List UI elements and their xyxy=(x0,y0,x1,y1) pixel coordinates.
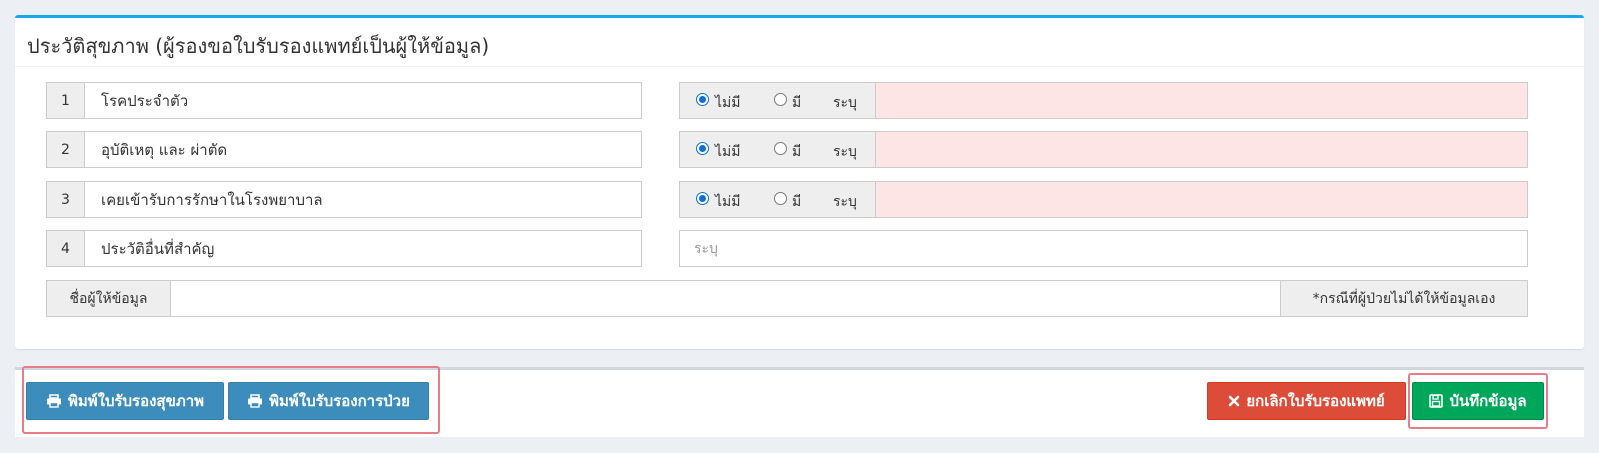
radio-group: ไม่มี มี ระบุ xyxy=(679,131,876,168)
radio-none[interactable] xyxy=(696,192,709,205)
specify-label: ระบุ xyxy=(833,194,857,210)
print-health-label: พิมพ์ใบรับรองสุขภาพ xyxy=(67,392,205,410)
save-button[interactable]: บันทึกข้อมูล xyxy=(1412,382,1544,420)
info-giver-label: ชื่อผู้ให้ข้อมูล xyxy=(46,280,171,317)
radio-have-label: มี xyxy=(792,194,802,210)
row-label: ประวัติอื่นที่สำคัญ xyxy=(84,230,642,267)
row-number: 4 xyxy=(46,230,85,267)
radio-none-label: ไม่มี xyxy=(715,194,741,210)
other-history-input[interactable]: ระบุ xyxy=(679,230,1528,267)
radio-none-label: ไม่มี xyxy=(715,95,741,111)
row-label: อุบัติเหตุ และ ผ่าตัด xyxy=(84,131,642,168)
save-label: บันทึกข้อมูล xyxy=(1449,392,1527,410)
panel-divider xyxy=(15,66,1584,67)
history-row: 3 เคยเข้ารับการรักษาในโรงพยาบาล ไม่มี มี… xyxy=(46,181,1584,219)
info-giver-input[interactable] xyxy=(170,280,1281,317)
radio-none-label: ไม่มี xyxy=(715,144,741,160)
floppy-disk-icon xyxy=(1429,394,1444,408)
specify-input[interactable] xyxy=(875,131,1528,168)
cancel-label: ยกเลิกใบรับรองแพทย์ xyxy=(1246,392,1385,410)
radio-have-label: มี xyxy=(792,144,802,160)
radio-group: ไม่มี มี ระบุ xyxy=(679,181,876,218)
radio-have-label: มี xyxy=(792,95,802,111)
specify-input[interactable] xyxy=(875,82,1528,119)
radio-none[interactable] xyxy=(696,142,709,155)
radio-group: ไม่มี มี ระบุ xyxy=(679,82,876,119)
specify-label: ระบุ xyxy=(833,144,857,160)
print-icon xyxy=(46,394,62,408)
radio-have[interactable] xyxy=(774,142,787,155)
row-number: 3 xyxy=(46,181,85,218)
info-giver-note: *กรณีที่ผู้ป่วยไม่ได้ให้ข้อมูลเอง xyxy=(1280,280,1528,317)
cancel-certificate-button[interactable]: ยกเลิกใบรับรองแพทย์ xyxy=(1207,382,1406,420)
specify-input[interactable] xyxy=(875,181,1528,218)
health-history-panel: ประวัติสุขภาพ (ผู้รองขอใบรับรองแพทย์เป็น… xyxy=(15,15,1584,349)
panel-title: ประวัติสุขภาพ (ผู้รองขอใบรับรองแพทย์เป็น… xyxy=(27,34,490,58)
row-number: 1 xyxy=(46,82,85,119)
specify-label: ระบุ xyxy=(833,95,857,111)
history-row: 1 โรคประจำตัว ไม่มี มี ระบุ xyxy=(46,82,1584,120)
row-number: 2 xyxy=(46,131,85,168)
print-illness-label: พิมพ์ใบรับรองการป่วย xyxy=(269,392,410,410)
history-row-other: 4 ประวัติอื่นที่สำคัญ ระบุ xyxy=(46,230,1584,268)
close-icon xyxy=(1228,395,1240,407)
info-giver-row: ชื่อผู้ให้ข้อมูล *กรณีที่ผู้ป่วยไม่ได้ให… xyxy=(46,280,1584,318)
print-illness-certificate-button[interactable]: พิมพ์ใบรับรองการป่วย xyxy=(228,382,429,420)
print-health-certificate-button[interactable]: พิมพ์ใบรับรองสุขภาพ xyxy=(26,382,224,420)
radio-have[interactable] xyxy=(774,192,787,205)
radio-none[interactable] xyxy=(696,93,709,106)
row-label: เคยเข้ารับการรักษาในโรงพยาบาล xyxy=(84,181,642,218)
history-row: 2 อุบัติเหตุ และ ผ่าตัด ไม่มี มี ระบุ xyxy=(46,131,1584,169)
print-icon xyxy=(247,394,263,408)
radio-have[interactable] xyxy=(774,93,787,106)
row-label: โรคประจำตัว xyxy=(84,82,642,119)
